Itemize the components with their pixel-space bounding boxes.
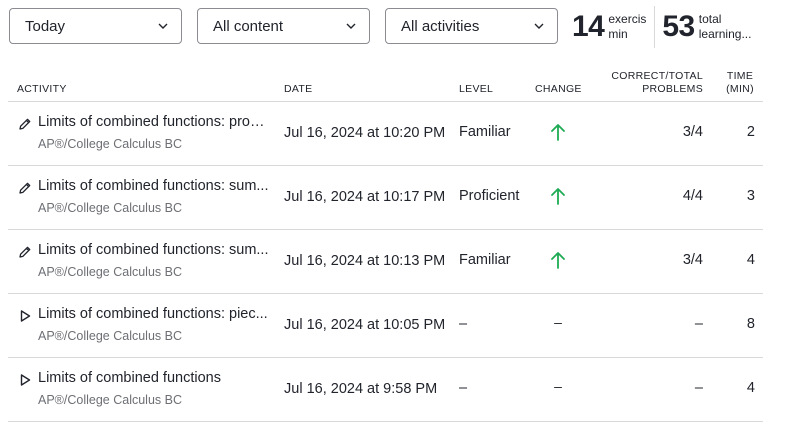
activities-select-value: All activities (401, 17, 480, 35)
up-arrow-icon (551, 188, 565, 205)
total-learning-label-line1: total (698, 12, 722, 26)
exercise-minutes-label: exercis min (608, 12, 646, 42)
activity-date: Jul 16, 2024 at 10:05 PM (284, 317, 446, 333)
table-row[interactable]: Limits of combined functions AP®/College… (8, 358, 763, 422)
activity-date: Jul 16, 2024 at 9:58 PM (284, 381, 438, 397)
total-learning-label: total learning... (699, 12, 755, 42)
exercise-minutes-label-line1: exercis (608, 12, 647, 26)
table-header: ACTIVITY DATE LEVEL CHANGE CORRECT/TOTAL… (8, 66, 763, 102)
up-arrow-icon (551, 252, 565, 269)
period-select[interactable]: Today (9, 8, 182, 44)
activity-course: AP®/College Calculus BC (38, 137, 182, 151)
activity-course: AP®/College Calculus BC (38, 329, 182, 343)
stats-divider (654, 6, 656, 48)
chevron-down-icon (158, 23, 168, 29)
correct-total-column-header: CORRECT/TOTAL PROBLEMS (593, 70, 703, 96)
activity-level: Familiar (459, 252, 511, 268)
content-select[interactable]: All content (197, 8, 370, 44)
activity-course: AP®/College Calculus BC (38, 393, 182, 407)
time-column-header: TIME (MIN) (724, 70, 756, 96)
correct-header-line1: CORRECT/TOTAL (611, 70, 703, 82)
correct-total-value: – (694, 380, 703, 396)
activity-level: Proficient (459, 188, 520, 204)
activity-date: Jul 16, 2024 at 10:20 PM (284, 125, 446, 141)
activity-date: Jul 16, 2024 at 10:13 PM (284, 253, 446, 269)
summary-stats: 14 exercis min 53 total learning... (572, 6, 755, 48)
table-row[interactable]: Limits of combined functions: sum... AP®… (8, 166, 763, 230)
pencil-icon (19, 246, 31, 258)
exercise-minutes-label-line2: min (608, 27, 628, 41)
filters-bar: Today All content All activities (9, 8, 558, 44)
time-header-line1: TIME (726, 70, 754, 82)
time-value: 4 (746, 252, 755, 268)
table-row[interactable]: Limits of combined functions: piec... AP… (8, 294, 763, 358)
time-value: 2 (746, 124, 755, 140)
total-learning-stat: 53 total learning... (662, 12, 754, 42)
time-value: 8 (746, 316, 755, 332)
play-icon (20, 310, 31, 322)
exercise-minutes-stat: 14 exercis min (572, 12, 646, 42)
change-cell (548, 122, 568, 142)
date-column-header: DATE (284, 83, 313, 95)
pencil-icon (19, 118, 31, 130)
correct-total-value: 3/4 (682, 124, 703, 140)
activity-title[interactable]: Limits of combined functions: prod... (38, 114, 270, 130)
correct-header-line2: PROBLEMS (642, 83, 703, 95)
correct-total-value: 3/4 (682, 252, 703, 268)
table-row[interactable]: Limits of combined functions: prod... AP… (8, 102, 763, 166)
activity-column-header: ACTIVITY (17, 83, 67, 95)
correct-total-value: 4/4 (682, 188, 703, 204)
up-arrow-icon (551, 124, 565, 141)
time-value: 3 (746, 188, 755, 204)
change-column-header: CHANGE (535, 83, 582, 95)
chevron-down-icon (534, 23, 544, 29)
change-cell: – (554, 314, 562, 330)
time-header-line2: (MIN) (726, 83, 754, 95)
change-cell (548, 186, 568, 206)
activity-level: – (459, 380, 468, 396)
activity-title[interactable]: Limits of combined functions (38, 370, 270, 386)
exercise-minutes-value: 14 (572, 10, 605, 43)
pencil-icon (19, 182, 31, 194)
activity-course: AP®/College Calculus BC (38, 265, 182, 279)
activity-title[interactable]: Limits of combined functions: piec... (38, 306, 270, 322)
chevron-down-icon (346, 23, 356, 29)
table-row[interactable]: Limits of combined functions: sum... AP®… (8, 230, 763, 294)
activity-course: AP®/College Calculus BC (38, 201, 182, 215)
activities-select[interactable]: All activities (385, 8, 558, 44)
activity-date: Jul 16, 2024 at 10:17 PM (284, 189, 446, 205)
activity-level: – (459, 316, 468, 332)
total-learning-value: 53 (662, 10, 695, 43)
correct-total-value: – (694, 316, 703, 332)
change-cell: – (554, 378, 562, 394)
play-icon (20, 374, 31, 386)
period-select-value: Today (25, 17, 66, 35)
time-value: 4 (746, 380, 755, 396)
activity-title[interactable]: Limits of combined functions: sum... (38, 178, 270, 194)
total-learning-label-line2: learning... (698, 27, 752, 41)
level-column-header: LEVEL (459, 83, 494, 95)
activity-level: Familiar (459, 124, 511, 140)
activity-table-body: Limits of combined functions: prod... AP… (8, 102, 763, 422)
change-cell (548, 250, 568, 270)
content-select-value: All content (213, 17, 284, 35)
activity-title[interactable]: Limits of combined functions: sum... (38, 242, 270, 258)
